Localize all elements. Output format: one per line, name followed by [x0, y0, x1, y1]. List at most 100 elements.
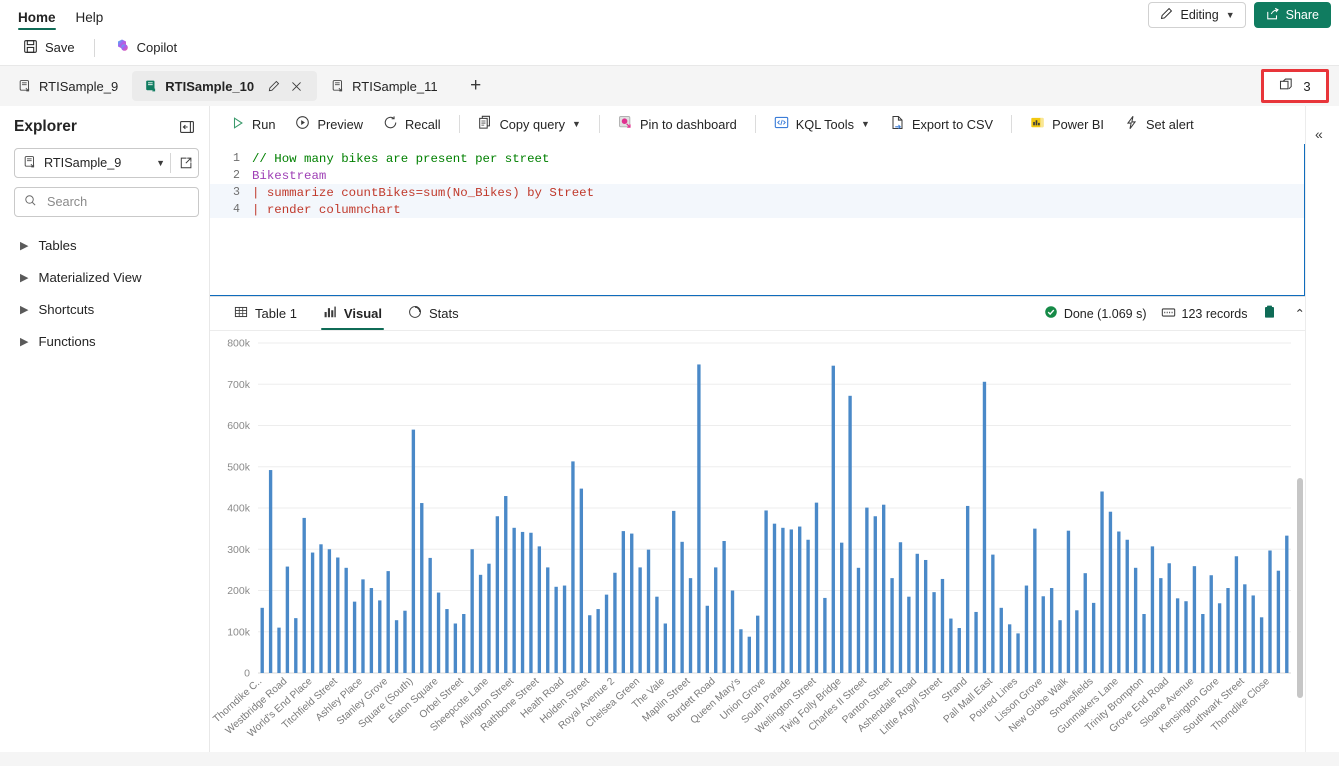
results-vertical-scrollbar[interactable] — [1297, 478, 1303, 698]
chevron-right-icon: ▶ — [20, 303, 29, 316]
query-tab-actions — [265, 78, 305, 95]
tree-item-materialized-view[interactable]: ▶ Materialized View — [14, 261, 199, 293]
power-bi-icon — [1030, 115, 1045, 133]
open-database-icon[interactable] — [176, 153, 196, 173]
query-tab-label: RTISample_10 — [165, 78, 255, 94]
command-bar: Save Copilot — [0, 30, 1339, 66]
results-panel: Table 1 Visual Stats Done (1.069 s) 123 … — [210, 296, 1339, 752]
status-done: Done (1.069 s) — [1044, 305, 1147, 322]
ribbon-tab-home-label: Home — [18, 10, 56, 25]
editor-content[interactable]: 1 // How many bikes are present per stre… — [210, 144, 1304, 295]
tree-item-label: Tables — [38, 237, 77, 253]
query-tab-rtisample-9[interactable]: RTISample_9 — [6, 71, 130, 101]
stats-icon — [408, 305, 422, 322]
svg-text:200k: 200k — [227, 585, 251, 597]
editor-line-text: // How many bikes are present per street — [252, 151, 550, 166]
divider — [170, 153, 171, 173]
svg-text:500k: 500k — [227, 461, 251, 473]
expand-right-panel-icon[interactable]: « — [1315, 126, 1323, 142]
ribbon-tabbar: Home Help Editing ▼ Share — [0, 0, 1339, 30]
query-tab-rtisample-10[interactable]: RTISample_10 — [132, 71, 318, 101]
database-name: RTISample_9 — [44, 156, 122, 170]
svg-text:300k: 300k — [227, 544, 251, 556]
editor-line: 2 Bikestream — [210, 167, 1304, 184]
copilot-button[interactable]: Copilot — [105, 33, 186, 62]
tree-item-functions[interactable]: ▶ Functions — [14, 325, 199, 357]
preview-button[interactable]: Preview — [286, 110, 372, 138]
query-tab-rtisample-11[interactable]: RTISample_11 — [319, 71, 450, 101]
database-icon — [144, 79, 158, 93]
close-tab-icon[interactable] — [288, 78, 305, 95]
preview-label: Preview — [317, 116, 363, 132]
explorer-search[interactable] — [14, 187, 199, 217]
tree-item-label: Materialized View — [38, 269, 142, 285]
new-query-tab-button[interactable]: + — [462, 72, 490, 100]
svg-text:100k: 100k — [227, 626, 251, 638]
kql-tools-icon — [774, 115, 789, 133]
success-check-icon — [1044, 305, 1058, 322]
column-chart[interactable]: 0100k200k300k400k500k600k700k800kThorndi… — [210, 331, 1305, 743]
editing-mode-button[interactable]: Editing ▼ — [1148, 2, 1246, 28]
status-records: 123 records — [1161, 305, 1248, 323]
ribbon-tab-help-label: Help — [75, 10, 104, 25]
database-icon — [331, 79, 345, 93]
chart-container: 0 100k 200k 300k 400k 500k 600k 700k 800k Thorndi… — [210, 331, 1339, 752]
line-number: 1 — [233, 152, 240, 165]
explorer-panel: Explorer RTISample_9 ▼ Search ▶ Tables ▶… — [0, 106, 210, 752]
share-button[interactable]: Share — [1253, 2, 1331, 28]
ribbon-tab-home[interactable]: Home — [10, 6, 64, 30]
tree-item-shortcuts[interactable]: ▶ Shortcuts — [14, 293, 199, 325]
database-icon — [23, 155, 37, 172]
status-done-label: Done (1.069 s) — [1063, 306, 1147, 321]
power-bi-button[interactable]: Power BI — [1021, 110, 1113, 138]
tab-visual[interactable]: Visual — [313, 297, 392, 330]
run-button[interactable]: Run — [222, 111, 284, 138]
divider — [458, 115, 460, 133]
query-tab-label: RTISample_11 — [352, 78, 438, 94]
line-number: 4 — [233, 203, 240, 216]
kql-tools-button[interactable]: KQL Tools ▼ — [765, 110, 879, 138]
chevron-right-icon: ▶ — [20, 271, 29, 284]
collapse-results-icon[interactable]: ⌃ — [1291, 306, 1305, 321]
recall-label: Recall — [405, 116, 441, 132]
copilot-label: Copilot — [136, 40, 178, 55]
main-split: Explorer RTISample_9 ▼ Search ▶ Tables ▶… — [0, 106, 1339, 752]
export-to-csv-button[interactable]: Export to CSV — [881, 110, 1002, 138]
search-input[interactable] — [45, 194, 189, 210]
chevron-right-icon: ▶ — [20, 239, 29, 252]
recall-button[interactable]: Recall — [374, 110, 450, 138]
copy-icon — [478, 115, 493, 133]
rename-tab-icon[interactable] — [265, 78, 282, 95]
tree-item-label: Shortcuts — [38, 301, 95, 317]
export-to-csv-label: Export to CSV — [911, 116, 994, 132]
table-icon — [234, 305, 248, 322]
copies-badge[interactable]: 3 — [1261, 69, 1329, 103]
tab-stats[interactable]: Stats — [398, 297, 469, 330]
database-selector[interactable]: RTISample_9 ▼ — [14, 148, 199, 178]
tree-item-tables[interactable]: ▶ Tables — [14, 229, 199, 261]
tab-table-1[interactable]: Table 1 — [224, 297, 307, 330]
collapse-panel-icon[interactable] — [179, 119, 195, 135]
set-alert-label: Set alert — [1145, 116, 1194, 132]
tab-label: Table 1 — [255, 306, 297, 321]
save-button[interactable]: Save — [14, 34, 84, 62]
tree-item-label: Functions — [38, 333, 96, 349]
ribbon-right-actions: Editing ▼ Share — [1148, 2, 1331, 28]
preview-icon — [295, 115, 310, 133]
database-icon — [18, 79, 32, 93]
query-editor[interactable]: 1 // How many bikes are present per stre… — [210, 144, 1332, 296]
status-records-label: 123 records — [1181, 306, 1248, 321]
explorer-title: Explorer — [14, 118, 77, 135]
app-root: Home Help Editing ▼ Share Save Copilot R… — [0, 0, 1339, 766]
pin-to-dashboard-label: Pin to dashboard — [639, 116, 737, 132]
save-label: Save — [45, 40, 75, 55]
pin-to-dashboard-button[interactable]: Pin to dashboard — [609, 110, 746, 138]
copy-query-button[interactable]: Copy query ▼ — [469, 110, 590, 138]
clipboard-icon[interactable] — [1262, 304, 1277, 323]
set-alert-button[interactable]: Set alert — [1115, 110, 1203, 138]
chevron-down-icon: ▼ — [1225, 10, 1235, 20]
ribbon-tab-help[interactable]: Help — [68, 6, 112, 30]
editing-mode-label: Editing — [1180, 8, 1219, 22]
svg-text:400k: 400k — [227, 503, 251, 515]
run-label: Run — [252, 116, 276, 132]
